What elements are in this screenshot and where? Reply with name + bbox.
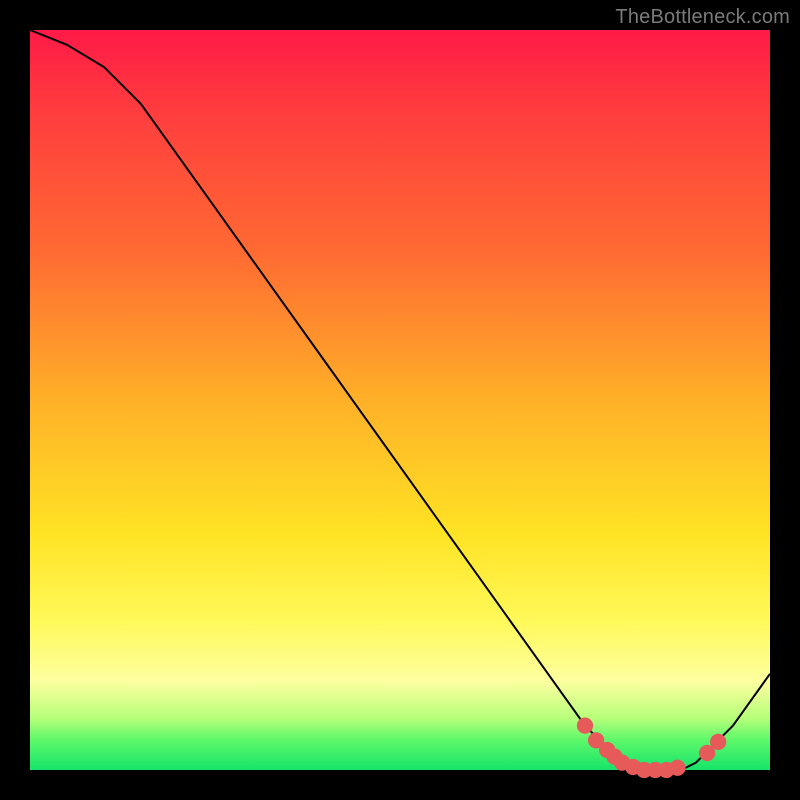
plot-area — [30, 30, 770, 770]
marker-dot — [710, 734, 726, 750]
marker-dot — [669, 760, 685, 776]
markers-group — [577, 717, 726, 778]
series-curve — [30, 30, 770, 770]
chart-stage: TheBottleneck.com — [0, 0, 800, 800]
watermark-text: TheBottleneck.com — [615, 6, 790, 29]
chart-svg — [30, 30, 770, 770]
marker-dot — [577, 717, 593, 733]
